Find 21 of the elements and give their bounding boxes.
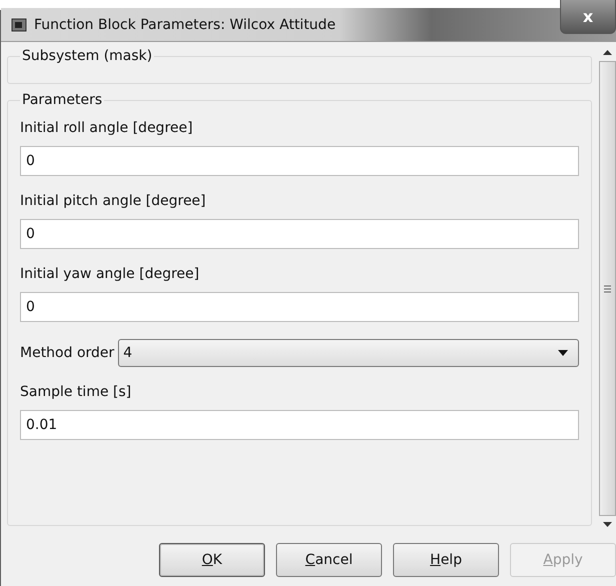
input-field[interactable]: 0	[20, 219, 579, 249]
input-field[interactable]: 0.01	[20, 410, 579, 440]
dialog-button[interactable]: OK	[159, 543, 265, 577]
dialog-button[interactable]: Cancel	[276, 543, 382, 577]
window-title: Function Block Parameters: Wilcox Attitude	[34, 16, 336, 32]
close-button[interactable]: x	[560, 0, 616, 34]
input-field[interactable]: 0	[20, 146, 579, 176]
caret-icon	[558, 350, 568, 356]
scroll-up-icon[interactable]	[602, 50, 612, 55]
field-label: Initial pitch angle [degree]	[20, 193, 207, 209]
group-title: Subsystem (mask)	[21, 48, 154, 64]
field-label: Method order	[20, 345, 114, 361]
field-label: Sample time [s]	[20, 384, 132, 400]
field-label: Initial yaw angle [degree]	[20, 266, 200, 282]
input-field[interactable]: 0	[20, 292, 579, 322]
dialog-button[interactable]: Help	[393, 543, 499, 577]
scroll-down-icon[interactable]	[602, 522, 612, 527]
block-icon	[11, 16, 27, 32]
field-label: Initial roll angle [degree]	[20, 120, 194, 136]
group-title: Parameters	[21, 92, 104, 108]
dropdown[interactable]: 4	[118, 339, 579, 367]
